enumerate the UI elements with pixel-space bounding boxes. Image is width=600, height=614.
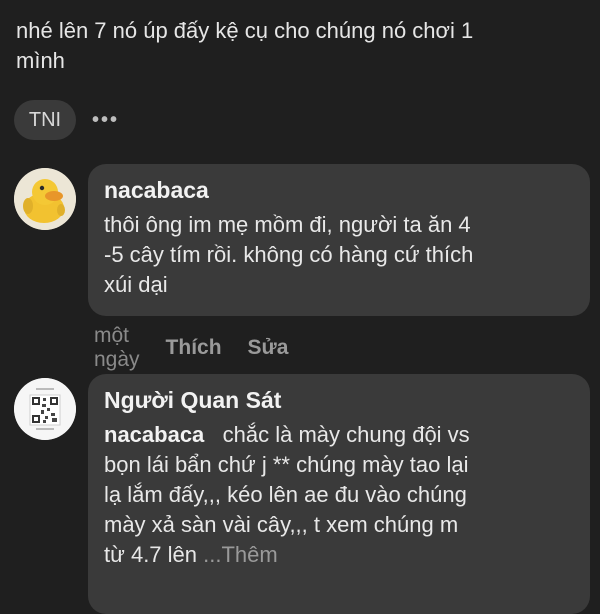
comment-timestamp: một ngày bbox=[94, 324, 140, 371]
qr-code-icon bbox=[14, 378, 76, 440]
mention-link[interactable]: nacabaca bbox=[104, 422, 204, 447]
post-text-line: mình bbox=[16, 48, 65, 73]
commenter-avatar[interactable] bbox=[14, 378, 76, 440]
reactor-row: TNI ••• bbox=[14, 100, 119, 140]
comment-text-segment: từ 4.7 lên bbox=[104, 542, 198, 567]
commenter-avatar[interactable] bbox=[14, 168, 76, 230]
comment-text-line: nacabaca chắc là mày chung đội vs bbox=[104, 420, 574, 450]
more-options-icon[interactable]: ••• bbox=[92, 109, 119, 132]
post-text-line: nhé lên 7 nó úp đấy kệ cụ cho chúng nó c… bbox=[16, 18, 474, 43]
comment-text-line: -5 cây tím rồi. không có hàng cứ thích bbox=[104, 242, 474, 267]
comment-bubble: nacabaca thôi ông im mẹ mồm đi, người ta… bbox=[88, 164, 590, 316]
comment-text-line: bọn lái bẩn chứ j ** chúng mày tao lại bbox=[104, 452, 469, 477]
comment-text-line: xúi dại bbox=[104, 272, 168, 297]
see-more-link[interactable]: ...Thêm bbox=[203, 542, 278, 567]
comment-text: thôi ông im mẹ mồm đi, người ta ăn 4 -5 … bbox=[104, 210, 574, 300]
comment-bubble: Người Quan Sát nacabaca chắc là mày chun… bbox=[88, 374, 590, 614]
comment-author[interactable]: Người Quan Sát bbox=[104, 386, 574, 414]
comment-actions: một ngày Thích Sửa bbox=[94, 324, 288, 372]
comment-text-segment bbox=[210, 422, 222, 447]
comment-text-line: từ 4.7 lên ...Thêm bbox=[104, 540, 574, 570]
comment-text-line: lạ lắm đấy,,, kéo lên ae đu vào chúng bbox=[104, 482, 467, 507]
comment-text-segment: chắc là mày chung đội vs bbox=[222, 422, 470, 447]
edit-button[interactable]: Sửa bbox=[248, 336, 289, 360]
reactor-avatar-chip[interactable]: TNI bbox=[14, 100, 76, 140]
like-button[interactable]: Thích bbox=[166, 336, 222, 360]
post-text: nhé lên 7 nó úp đấy kệ cụ cho chúng nó c… bbox=[16, 0, 596, 76]
comment-author[interactable]: nacabaca bbox=[104, 176, 574, 204]
yellow-duck-icon bbox=[14, 168, 76, 230]
comment-text-line: thôi ông im mẹ mồm đi, người ta ăn 4 bbox=[104, 212, 471, 237]
comment-text: nacabaca chắc là mày chung đội vs bọn lá… bbox=[104, 420, 574, 570]
comment-text-line: mày xả sàn vài cây,,, t xem chúng m bbox=[104, 512, 459, 537]
